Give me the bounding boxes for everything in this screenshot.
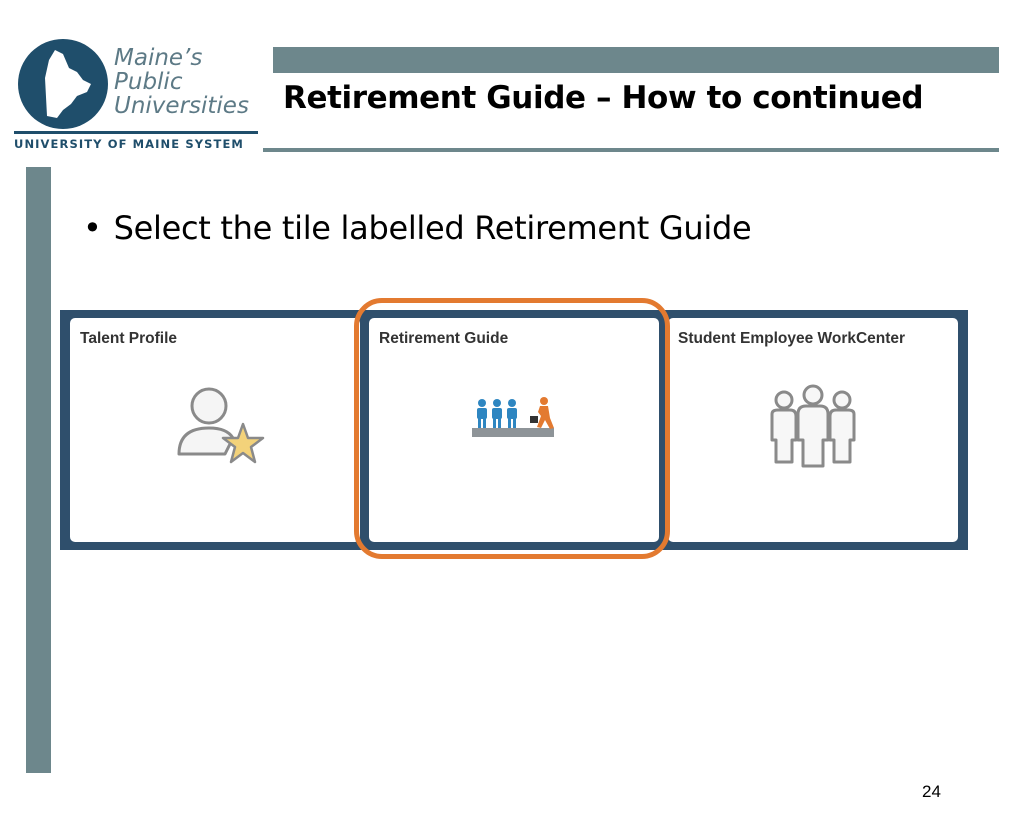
page-number: 24 bbox=[922, 782, 941, 801]
logo-line-2: Public bbox=[114, 69, 183, 95]
maine-map-icon bbox=[18, 39, 108, 129]
title-divider bbox=[263, 148, 999, 152]
tile-student-employee-workcenter[interactable]: Student Employee WorkCenter bbox=[668, 318, 958, 542]
slide-title: Retirement Guide – How to continued bbox=[283, 80, 924, 116]
group-icon bbox=[770, 384, 856, 468]
header-bar bbox=[273, 47, 999, 73]
bullet-item: • Select the tile labelled Retirement Gui… bbox=[83, 209, 752, 247]
logo-system-name: UNIVERSITY OF MAINE SYSTEM bbox=[14, 137, 244, 151]
tile-talent-profile[interactable]: Talent Profile bbox=[70, 318, 360, 542]
person-star-icon bbox=[177, 387, 265, 464]
tile-label: Student Employee WorkCenter bbox=[678, 330, 906, 347]
logo-line-1: Maine’s bbox=[114, 45, 203, 71]
logo-line-3: Universities bbox=[114, 93, 249, 119]
logo-divider bbox=[14, 131, 258, 134]
side-bar bbox=[26, 167, 51, 773]
maine-public-universities-logo: Maine’s Public Universities UNIVERSITY O… bbox=[14, 38, 264, 156]
bullet-text: Select the tile labelled Retirement Guid… bbox=[113, 209, 752, 247]
highlight-circle bbox=[354, 298, 670, 559]
tile-label: Talent Profile bbox=[80, 330, 178, 347]
bullet-dot: • bbox=[83, 209, 102, 247]
logo-wordmark: Maine’s Public Universities bbox=[114, 46, 249, 118]
